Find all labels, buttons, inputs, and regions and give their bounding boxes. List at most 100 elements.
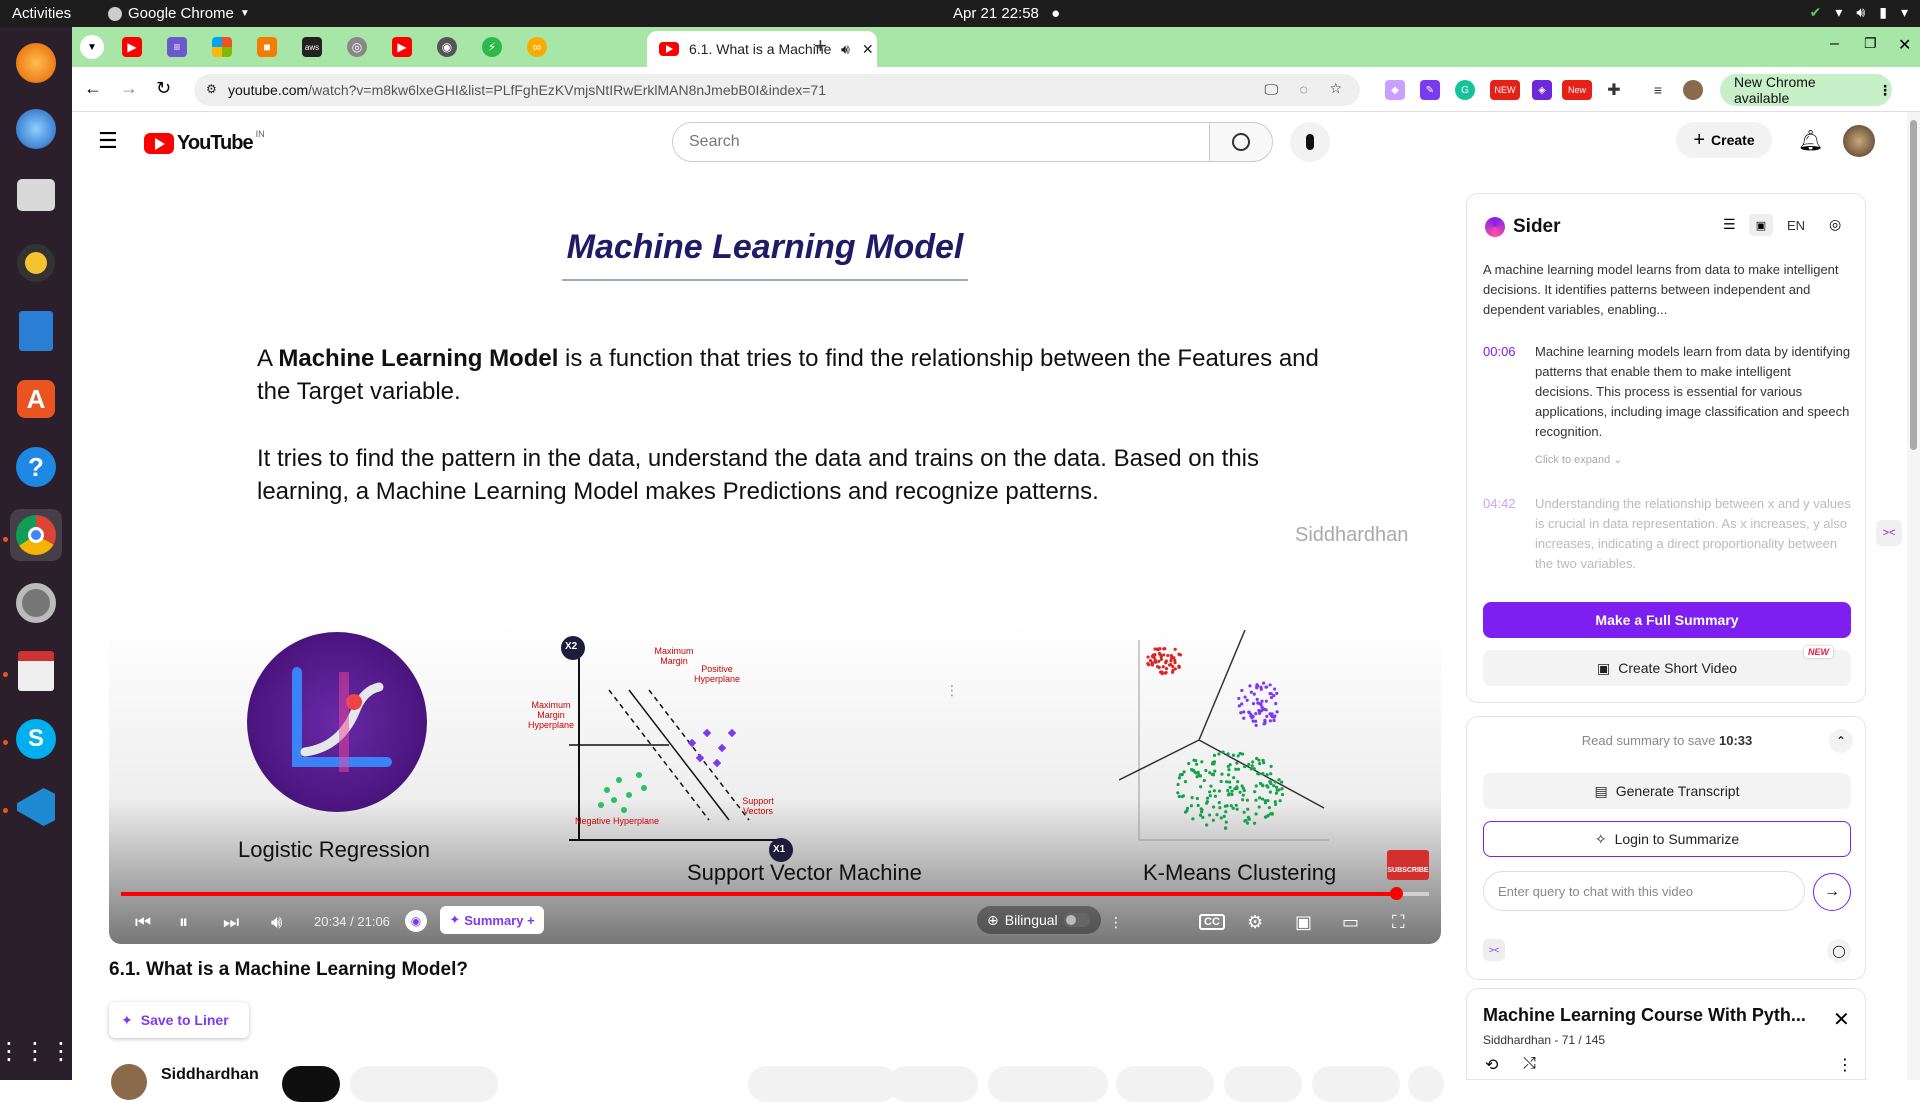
profile-avatar-icon[interactable]	[1683, 80, 1703, 100]
activities-button[interactable]: Activities	[12, 5, 71, 22]
system-tray[interactable]: ✔ ▾ 🔊︎ ▮ ▾	[1810, 4, 1908, 21]
search-input[interactable]: Search	[672, 122, 1210, 162]
extension-new-2-icon[interactable]: New	[1562, 80, 1592, 100]
chat-input[interactable]: Enter query to chat with this video	[1483, 871, 1805, 911]
hamburger-menu-icon[interactable]: ☰	[98, 128, 118, 154]
colab-tab-icon[interactable]: ∞	[527, 37, 547, 57]
restore-icon[interactable]: ❐	[1864, 35, 1877, 52]
chrome-launcher[interactable]	[10, 509, 62, 561]
new-chrome-available-button[interactable]: New Chrome available ⋮	[1720, 74, 1892, 106]
progress-bar[interactable]	[121, 887, 1429, 900]
forward-icon[interactable]: →	[120, 78, 138, 99]
channel-avatar[interactable]	[111, 1064, 147, 1100]
grammarly-icon[interactable]: G	[1455, 80, 1475, 100]
thanks-button[interactable]	[1116, 1066, 1214, 1102]
reload-icon[interactable]: ↻	[156, 78, 171, 99]
timestamp-2[interactable]: 04:42	[1483, 494, 1516, 514]
channel-name[interactable]: Siddhardhan	[161, 1066, 259, 1084]
extension-1-icon[interactable]: ◆	[1385, 80, 1405, 100]
theater-mode-icon[interactable]: ▭	[1342, 912, 1359, 933]
skype-launcher[interactable]: S	[10, 713, 62, 765]
subscribe-button[interactable]: SUBSCRIBE	[1387, 850, 1429, 880]
install-icon[interactable]: 🖵	[1265, 81, 1279, 98]
notifications-bell-icon[interactable]: 🔔︎	[1798, 128, 1823, 153]
tracking-icon[interactable]: ◌	[1300, 81, 1308, 97]
like-button[interactable]	[748, 1066, 898, 1102]
green-tab-icon[interactable]: ⚡	[482, 37, 502, 57]
save-button[interactable]	[1312, 1066, 1400, 1102]
search-button[interactable]	[1209, 122, 1273, 162]
microsoft-tab-icon[interactable]	[212, 37, 232, 57]
tab-search-button[interactable]: ▼	[80, 35, 104, 59]
minimize-icon[interactable]: –	[1830, 35, 1839, 53]
captions-icon[interactable]: CC	[1199, 914, 1225, 930]
rhythmbox-launcher[interactable]	[10, 237, 62, 289]
settings-icon[interactable]: ◎	[1829, 216, 1841, 233]
package-tab-icon[interactable]: ■	[257, 37, 277, 57]
login-to-summarize-button[interactable]: ✧ Login to Summarize	[1483, 821, 1851, 857]
sider-small-logo-icon[interactable]: ><	[1483, 939, 1505, 961]
globe-tab-icon[interactable]: ◎	[347, 37, 367, 57]
vscode-launcher[interactable]	[10, 781, 62, 833]
help-launcher[interactable]: ?	[10, 441, 62, 493]
files-launcher[interactable]	[10, 169, 62, 221]
scrollbar-thumb[interactable]	[1910, 120, 1917, 450]
playlist-title[interactable]: Machine Learning Course With Pyth...	[1483, 1005, 1806, 1026]
playlist-channel[interactable]: Siddhardhan	[1483, 1033, 1551, 1047]
send-arrow-icon[interactable]: →	[1813, 873, 1851, 911]
pause-icon[interactable]: ⏸	[179, 912, 188, 933]
youtube-tab-icon[interactable]: ▶	[392, 37, 412, 57]
youtube-tab-icon[interactable]: ▶	[122, 37, 142, 57]
close-playlist-icon[interactable]: ✕	[1833, 1007, 1850, 1032]
collapse-chevron-icon[interactable]: ⌃	[1829, 729, 1853, 753]
share-button[interactable]	[888, 1066, 978, 1102]
volume-icon[interactable]: 🔊︎	[271, 912, 282, 933]
close-window-icon[interactable]: ✕	[1898, 35, 1911, 55]
playlist-menu-icon[interactable]: ⋮	[1837, 1055, 1853, 1075]
previous-icon[interactable]: ⏮	[135, 912, 151, 933]
click-to-expand-link[interactable]: Click to expand ⌄	[1535, 450, 1623, 470]
bilingual-toggle[interactable]: ⊕ Bilingual	[977, 906, 1101, 934]
language-selector[interactable]: EN	[1787, 218, 1805, 233]
writer-launcher[interactable]	[10, 305, 62, 357]
loop-icon[interactable]: ⟲	[1485, 1055, 1498, 1075]
list-view-icon[interactable]: ☰	[1723, 216, 1736, 233]
tab-audio-icon[interactable]: 🔊︎	[841, 41, 850, 58]
sider-side-toggle-icon[interactable]: ><	[1876, 520, 1902, 546]
bookmark-star-icon[interactable]: ☆	[1329, 80, 1342, 97]
tab-close-icon[interactable]: ✕	[862, 41, 874, 58]
media-control-icon[interactable]: ≡	[1648, 80, 1668, 100]
timestamp-1[interactable]: 00:06	[1483, 342, 1516, 362]
clip-button[interactable]	[1224, 1066, 1302, 1102]
back-icon[interactable]: ←	[84, 78, 102, 99]
clock[interactable]: Apr 21 22:58 ●	[953, 5, 1060, 22]
page-scrollbar[interactable]	[1907, 112, 1920, 1080]
show-apps-button[interactable]: ⋮⋮⋮	[0, 1025, 73, 1077]
address-bar[interactable]: ⚙ youtube.com/watch?v=m8kw6lxeGHI&list=P…	[194, 74, 1360, 106]
fullscreen-icon[interactable]: ⛶	[1392, 912, 1405, 933]
generate-transcript-button[interactable]: ▤ Generate Transcript	[1483, 773, 1851, 809]
save-to-liner-button[interactable]: ✦ Save to Liner	[109, 1002, 249, 1038]
extension-new-1-icon[interactable]: NEW	[1490, 80, 1520, 100]
active-tab[interactable]: 6.1. What is a Machine 🔊︎ ✕	[647, 31, 877, 67]
site-info-icon[interactable]: ⚙	[206, 82, 217, 96]
create-short-video-button[interactable]: ▣ Create Short Video NEW	[1483, 646, 1851, 686]
voice-search-button[interactable]	[1290, 122, 1330, 162]
more-actions-button[interactable]	[1408, 1066, 1444, 1102]
extension-pen-icon[interactable]: ✎	[1420, 80, 1440, 100]
bilingual-more-icon[interactable]: ⋮	[1109, 914, 1123, 931]
summary-plus-button[interactable]: ✦ Summary +	[440, 906, 544, 934]
location-pin-icon[interactable]: ◉	[405, 910, 427, 932]
miniplayer-icon[interactable]: ▣	[1295, 912, 1312, 933]
settings-launcher[interactable]	[10, 577, 62, 629]
shuffle-icon[interactable]: ⤭	[1523, 1055, 1536, 1073]
create-button[interactable]: + Create	[1676, 122, 1772, 158]
extension-purple-icon[interactable]: ◈	[1532, 80, 1552, 100]
docs-tab-icon[interactable]: ≡	[167, 37, 187, 57]
make-full-summary-button[interactable]: Make a Full Summary	[1483, 602, 1851, 638]
subscribe-pill[interactable]	[350, 1066, 498, 1102]
aws-tab-icon[interactable]: aws	[302, 37, 322, 57]
video-player[interactable]: Machine Learning Model A Machine Learnin…	[109, 172, 1441, 944]
account-avatar[interactable]	[1843, 125, 1875, 157]
software-launcher[interactable]: A	[10, 373, 62, 425]
